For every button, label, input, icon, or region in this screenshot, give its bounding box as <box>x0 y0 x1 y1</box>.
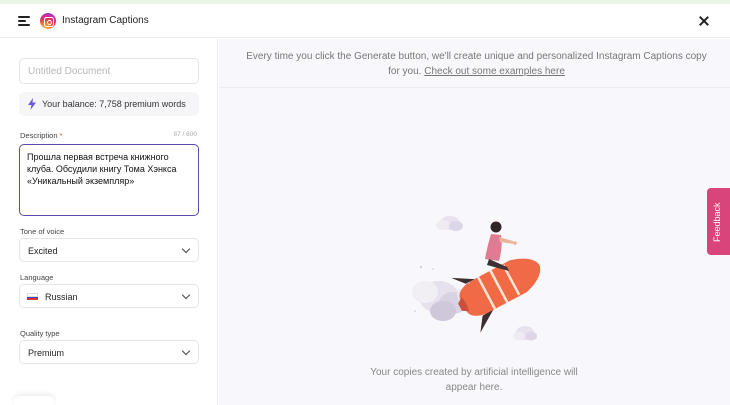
chevron-down-icon <box>181 290 191 300</box>
hamburger-icon[interactable] <box>18 16 30 26</box>
tone-label: Tone of voice <box>20 227 65 236</box>
info-divider <box>219 87 730 88</box>
sidebar-form: Your balance: 7,758 premium words Descri… <box>0 39 218 405</box>
cloud-small-bottom <box>513 326 537 341</box>
quality-value: Premium <box>28 348 65 358</box>
feedback-tab[interactable]: Feedback <box>707 188 730 255</box>
quality-label: Quality type <box>20 329 60 338</box>
balance-badge: Your balance: 7,758 premium words <box>19 92 199 116</box>
app-title: Instagram Captions <box>62 15 149 26</box>
results-panel: Every time you click the Generate button… <box>219 39 730 405</box>
quality-select[interactable]: Premium <box>19 340 199 364</box>
feedback-label: Feedback <box>712 202 722 242</box>
bottom-floating-tab <box>14 396 54 405</box>
app-header: Instagram Captions <box>0 4 730 38</box>
rocket-illustration <box>412 216 541 341</box>
description-label: Description * <box>20 131 62 140</box>
chevron-down-icon <box>181 244 191 254</box>
document-title-input[interactable] <box>19 58 199 84</box>
lightning-icon <box>28 98 36 110</box>
instagram-icon <box>40 13 56 29</box>
russia-flag-icon <box>27 293 38 301</box>
cloud-small-top <box>436 216 463 231</box>
tone-value: Excited <box>28 246 58 256</box>
language-value: Russian <box>45 292 78 302</box>
balance-text: Your balance: 7,758 premium words <box>42 99 186 109</box>
language-label: Language <box>20 273 54 282</box>
examples-link[interactable]: Check out some examples here <box>424 66 565 77</box>
tone-select[interactable]: Excited <box>19 238 199 262</box>
char-counter: 87 / 600 <box>173 131 198 138</box>
chevron-down-icon <box>181 346 191 356</box>
empty-state-text: Your copies created by artificial intell… <box>370 367 578 393</box>
description-label-text: Description <box>20 131 58 140</box>
language-select[interactable]: Russian <box>19 284 199 308</box>
required-mark: * <box>59 131 63 140</box>
description-textarea[interactable]: Прошла первая встреча книжного клуба. Об… <box>19 144 199 216</box>
info-banner: Every time you click the Generate button… <box>243 49 710 79</box>
close-icon[interactable] <box>697 14 711 28</box>
